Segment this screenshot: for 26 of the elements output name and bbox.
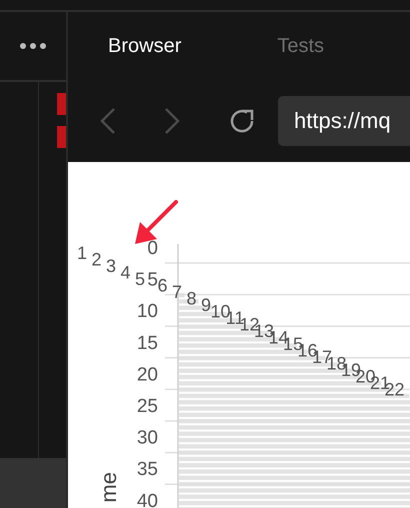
axis-title: me [96, 472, 121, 503]
axis-tick-label: 20 [136, 364, 158, 386]
category-label: 2 [92, 250, 102, 270]
axis-tick-label: 40 [136, 490, 158, 508]
more-icon[interactable] [20, 43, 46, 49]
tab[interactable]: Tests [277, 30, 324, 62]
category-label: 4 [120, 262, 130, 282]
axis-tick-label: 35 [136, 459, 158, 480]
category-label: 5 [135, 269, 145, 289]
axis-tick-label: 10 [136, 301, 158, 322]
category-label: 3 [106, 256, 116, 276]
error-marker [57, 93, 66, 115]
category-label: 1 [77, 243, 87, 263]
category-label: 7 [172, 282, 182, 302]
axis-tick-label: 30 [136, 428, 158, 449]
tab[interactable]: Browser [108, 30, 182, 62]
url-field[interactable]: https://mq [278, 96, 410, 146]
error-marker [57, 126, 66, 148]
category-label: 9 [201, 295, 211, 315]
reload-icon[interactable] [228, 107, 256, 135]
category-label: 6 [158, 276, 168, 296]
axis-tick-label: 15 [136, 332, 158, 354]
axis-tick-label: 0 [147, 238, 158, 259]
axis-tick-label: 5 [147, 270, 158, 291]
axis-tick-label: 25 [136, 396, 158, 417]
category-label: 8 [186, 288, 196, 308]
